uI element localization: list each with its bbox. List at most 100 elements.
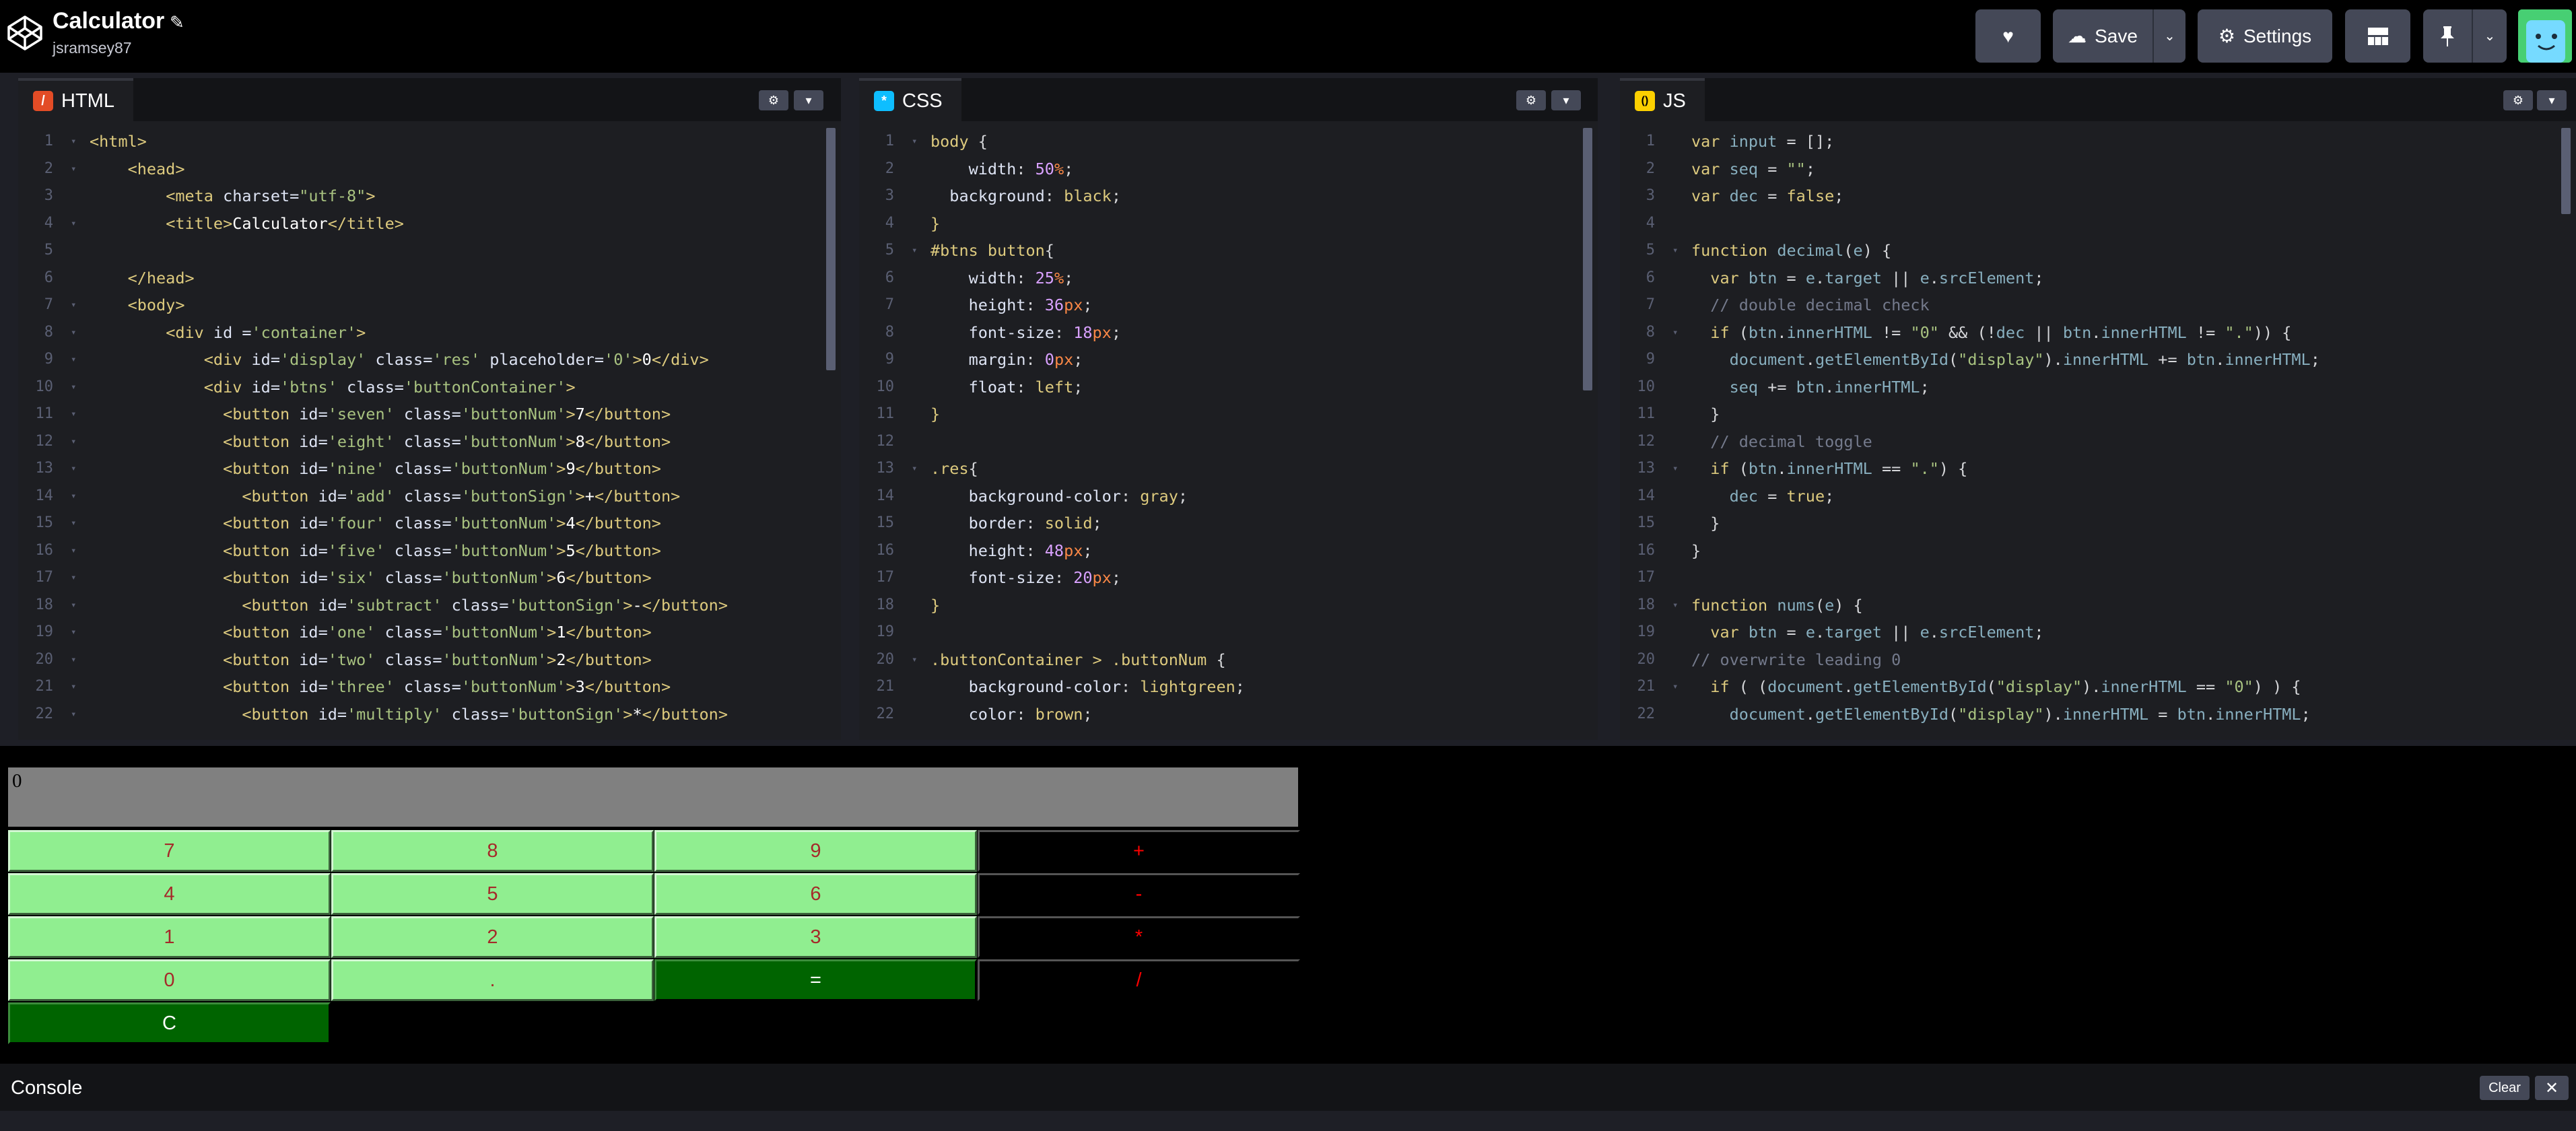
code-line[interactable]: 7 // double decimal check <box>1620 292 2576 319</box>
fold-arrow-icon[interactable]: ▾ <box>71 401 76 428</box>
fold-arrow-icon[interactable]: ▾ <box>912 646 917 674</box>
calc-button[interactable]: 3 <box>654 916 977 958</box>
code-line[interactable]: 8 ▾ <div id ='container'> <box>18 319 841 347</box>
css-code[interactable]: 1 ▾ body {2 width: 50%; 3 background: black… <box>859 128 1598 740</box>
code-line[interactable]: 22 document.getElementById("display").in… <box>1620 701 2576 728</box>
calc-button[interactable]: 4 <box>8 873 331 915</box>
code-line[interactable]: 3 <meta charset="utf-8"> <box>18 182 841 210</box>
code-line[interactable]: 16 height: 48px; <box>859 537 1598 565</box>
js-settings-button[interactable]: ⚙ <box>2503 90 2533 110</box>
calc-button[interactable]: C <box>8 1002 331 1044</box>
fold-arrow-icon[interactable]: ▾ <box>1672 237 1678 265</box>
calc-button[interactable]: 7 <box>8 830 331 872</box>
html-options-button[interactable]: ▾ <box>794 90 823 110</box>
edit-title-pencil-icon[interactable]: ✎ <box>170 12 184 33</box>
css-options-button[interactable]: ▾ <box>1551 90 1581 110</box>
code-line[interactable]: 1 var input = []; <box>1620 128 2576 156</box>
fold-arrow-icon[interactable]: ▾ <box>71 319 76 347</box>
pin-button[interactable] <box>2423 9 2472 63</box>
fold-arrow-icon[interactable]: ▾ <box>71 510 76 537</box>
code-line[interactable]: 9 ▾ <div id='display' class='res' placeho… <box>18 346 841 374</box>
code-line[interactable]: 17 <box>1620 564 2576 592</box>
code-line[interactable]: 21 ▾ if ( (document.getElementById("displ… <box>1620 673 2576 701</box>
code-line[interactable]: 19 var btn = e.target || e.srcElement; <box>1620 619 2576 646</box>
code-line[interactable]: 2 width: 50%; <box>859 156 1598 183</box>
console-title[interactable]: Console <box>11 1077 82 1099</box>
fold-arrow-icon[interactable]: ▾ <box>71 673 76 701</box>
save-button[interactable]: ☁ Save <box>2053 9 2153 63</box>
code-line[interactable]: 10 ▾ <div id='btns' class='buttonContaine… <box>18 374 841 401</box>
fold-arrow-icon[interactable]: ▾ <box>71 619 76 646</box>
code-line[interactable]: 7 ▾ <body> <box>18 292 841 319</box>
pin-options-button[interactable]: ⌄ <box>2472 9 2507 63</box>
fold-arrow-icon[interactable]: ▾ <box>1672 455 1678 483</box>
js-scrollbar[interactable] <box>2561 128 2571 214</box>
calc-button[interactable]: . <box>331 959 654 1001</box>
code-line[interactable]: 7 height: 36px; <box>859 292 1598 319</box>
code-line[interactable]: 4} <box>859 210 1598 238</box>
love-button[interactable]: ♥ <box>1975 9 2041 63</box>
code-line[interactable]: 16} <box>1620 537 2576 565</box>
calc-button[interactable]: + <box>978 830 1300 872</box>
fold-arrow-icon[interactable]: ▾ <box>71 646 76 674</box>
code-line[interactable]: 13 ▾ .res{ <box>859 455 1598 483</box>
console-close-button[interactable]: ✕ <box>2535 1076 2569 1100</box>
code-line[interactable]: 18} <box>859 592 1598 619</box>
code-line[interactable]: 14 background-color: gray; <box>859 483 1598 510</box>
code-line[interactable]: 20 ▾ .buttonContainer > .buttonNum { <box>859 646 1598 674</box>
code-line[interactable]: 5 ▾ #btns button{ <box>859 237 1598 265</box>
code-line[interactable]: 9 margin: 0px; <box>859 346 1598 374</box>
calc-button[interactable]: - <box>978 873 1300 915</box>
settings-button[interactable]: ⚙ Settings <box>2198 9 2332 63</box>
calc-button[interactable]: = <box>654 959 977 1001</box>
html-settings-button[interactable]: ⚙ <box>759 90 788 110</box>
code-line[interactable]: 21 ▾ <button id='three' class='buttonNum'… <box>18 673 841 701</box>
fold-arrow-icon[interactable]: ▾ <box>71 701 76 728</box>
code-line[interactable]: 9 document.getElementById("display").inn… <box>1620 346 2576 374</box>
code-line[interactable]: 15 ▾ <button id='four' class='buttonNum'>… <box>18 510 841 537</box>
fold-arrow-icon[interactable]: ▾ <box>71 128 76 156</box>
code-line[interactable]: 8 font-size: 18px; <box>859 319 1598 347</box>
code-line[interactable]: 6 width: 25%; <box>859 265 1598 292</box>
code-line[interactable]: 22 color: brown; <box>859 701 1598 728</box>
code-line[interactable]: 18 ▾ <button id='subtract' class='buttonS… <box>18 592 841 619</box>
code-line[interactable]: 5 <box>18 237 841 265</box>
calc-button[interactable]: 2 <box>331 916 654 958</box>
user-avatar[interactable] <box>2518 9 2572 63</box>
code-line[interactable]: 4 <box>1620 210 2576 238</box>
code-line[interactable]: 12 // decimal toggle <box>1620 428 2576 456</box>
codepen-logo-icon[interactable] <box>5 13 44 53</box>
fold-arrow-icon[interactable]: ▾ <box>1672 592 1678 619</box>
code-line[interactable]: 17 ▾ <button id='six' class='buttonNum'>6… <box>18 564 841 592</box>
css-settings-button[interactable]: ⚙ <box>1516 90 1546 110</box>
calc-button[interactable]: / <box>978 959 1300 1001</box>
tab-css[interactable]: * CSS <box>859 78 961 121</box>
fold-arrow-icon[interactable]: ▾ <box>912 128 917 156</box>
code-line[interactable]: 12 <box>859 428 1598 456</box>
fold-arrow-icon[interactable]: ▾ <box>1672 319 1678 347</box>
calc-button[interactable]: 1 <box>8 916 331 958</box>
tab-js[interactable]: () JS <box>1620 78 1705 121</box>
fold-arrow-icon[interactable]: ▾ <box>71 537 76 565</box>
calc-button[interactable]: 0 <box>8 959 331 1001</box>
code-line[interactable]: 8 ▾ if (btn.innerHTML != "0" && (!dec || … <box>1620 319 2576 347</box>
code-line[interactable]: 4 ▾ <title>Calculator</title> <box>18 210 841 238</box>
fold-arrow-icon[interactable]: ▾ <box>912 455 917 483</box>
fold-arrow-icon[interactable]: ▾ <box>1672 673 1678 701</box>
code-line[interactable]: 5 ▾ function decimal(e) { <box>1620 237 2576 265</box>
code-line[interactable]: 11 } <box>1620 401 2576 428</box>
code-line[interactable]: 10 float: left; <box>859 374 1598 401</box>
code-line[interactable]: 2 var seq = ""; <box>1620 156 2576 183</box>
fold-arrow-icon[interactable]: ▾ <box>71 156 76 183</box>
code-line[interactable]: 11 ▾ <button id='seven' class='buttonNum'… <box>18 401 841 428</box>
code-line[interactable]: 20 // overwrite leading 0 <box>1620 646 2576 674</box>
code-line[interactable]: 20 ▾ <button id='two' class='buttonNum'>2… <box>18 646 841 674</box>
css-scrollbar[interactable] <box>1583 128 1592 390</box>
pen-author[interactable]: jsramsey87 <box>53 39 132 57</box>
calc-button[interactable]: * <box>978 916 1300 958</box>
calc-button[interactable]: 8 <box>331 830 654 872</box>
code-line[interactable]: 15 } <box>1620 510 2576 537</box>
code-line[interactable]: 12 ▾ <button id='eight' class='buttonNum'… <box>18 428 841 456</box>
code-line[interactable]: 14 ▾ <button id='add' class='buttonSign'>… <box>18 483 841 510</box>
fold-arrow-icon[interactable]: ▾ <box>71 210 76 238</box>
